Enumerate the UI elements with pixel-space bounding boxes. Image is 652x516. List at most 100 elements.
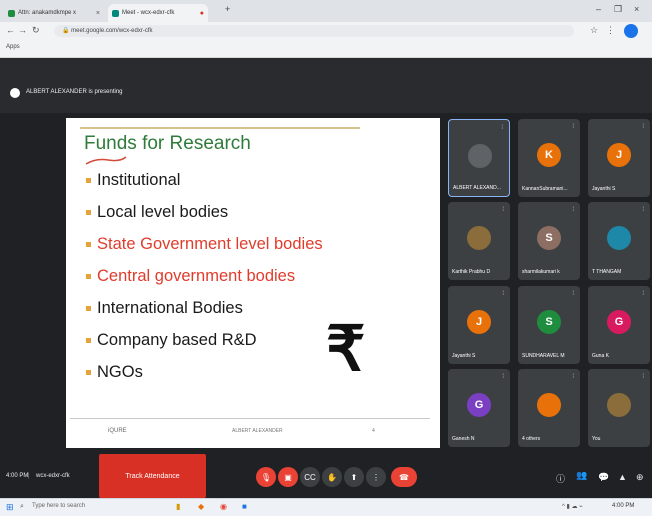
avatar: [468, 144, 492, 168]
participant-tile[interactable]: J ⁞ Jayanthi S: [588, 119, 650, 197]
minimize-icon[interactable]: –: [596, 4, 601, 14]
avatar: G: [607, 310, 631, 334]
mic-status-icon: ⁞: [572, 374, 574, 380]
participant-tile[interactable]: ⁞ T THANGAM: [588, 202, 650, 280]
separator: |: [28, 473, 30, 479]
avatar: G: [467, 393, 491, 417]
new-tab-button[interactable]: +: [225, 4, 230, 14]
windows-taskbar: ⊞ ⌕ Type here to search ▮ ◆ ◉ ■ ^ ▮ ☁ ⌁ …: [0, 498, 652, 516]
url-field[interactable]: 🔒 meet.google.com/wcx-edxr-cfk: [54, 25, 574, 37]
red-underline-mark: [85, 156, 127, 165]
avatar: J: [467, 310, 491, 334]
forward-icon[interactable]: →: [18, 25, 27, 35]
participant-name: You: [592, 436, 601, 442]
participant-tile[interactable]: G ⁞ Guna K: [588, 286, 650, 364]
star-icon[interactable]: ☆: [590, 25, 598, 36]
activities-icon[interactable]: ▲: [618, 472, 627, 482]
tab-label: Meet - wcx-edxr-cfk: [122, 10, 175, 16]
participant-tile[interactable]: S ⁞ SUNDHARAVEL M: [518, 286, 580, 364]
mic-status-icon: ⁞: [502, 207, 504, 213]
people-icon[interactable]: 👥: [576, 470, 587, 481]
reload-icon[interactable]: ↻: [32, 25, 40, 36]
presenter-icon: [10, 88, 20, 98]
avatar: S: [537, 226, 561, 250]
bullet-text: Company based R&D: [97, 331, 257, 349]
lock-icon: 🔒: [62, 28, 70, 34]
avatar: [467, 226, 491, 250]
search-icon[interactable]: ⌕: [20, 503, 24, 511]
participant-tile[interactable]: ⁞ 4 others: [518, 369, 580, 447]
browser-tab-bar: Attn: anakamdkmpe x × Meet - wcx-edxr-cf…: [0, 0, 652, 22]
more-options-icon[interactable]: ⋮: [366, 467, 386, 487]
store-icon[interactable]: ■: [242, 502, 247, 511]
tab-attendance[interactable]: Attn: anakamdkmpe x ×: [4, 4, 104, 22]
taskbar-clock: 4:00 PM: [612, 503, 635, 509]
chat-icon[interactable]: 💬: [598, 472, 609, 483]
participant-tile[interactable]: ⁞ You: [588, 369, 650, 447]
participant-name: sharmilakumari k: [522, 269, 560, 275]
bullet-text: Central government bodies: [97, 267, 296, 285]
slide-footer-rule: [70, 418, 430, 419]
file-explorer-icon[interactable]: ▮: [176, 502, 180, 511]
avatar: [607, 226, 631, 250]
raise-hand-icon[interactable]: ✋: [322, 467, 342, 487]
mic-status-icon: ⁞: [642, 124, 644, 130]
slide-footer-author: ALBERT ALEXANDER: [232, 428, 283, 434]
track-attendance-button[interactable]: Track Attendance: [99, 454, 206, 498]
tray-icons[interactable]: ^ ▮ ☁ ⌁: [562, 503, 583, 510]
extensions-icon[interactable]: ⋮: [606, 25, 615, 36]
tab-label: Attn: anakamdkmpe x: [18, 10, 77, 16]
camera-off-icon[interactable]: ▣: [278, 467, 298, 487]
participant-tile[interactable]: G ⁞ Ganesh N: [448, 369, 510, 447]
back-icon[interactable]: ←: [6, 25, 15, 35]
participant-tile[interactable]: ⁞ ALBERT ALEXAND...: [448, 119, 510, 197]
participant-tile[interactable]: S ⁞ sharmilakumari k: [518, 202, 580, 280]
participant-tile[interactable]: K ⁞ KannanSubramani...: [518, 119, 580, 197]
mic-status-icon: ⁞: [502, 374, 504, 380]
windows-start-icon[interactable]: ⊞: [6, 502, 14, 513]
list-item: NGOs: [86, 363, 143, 382]
presenting-label: ALBERT ALEXANDER is presenting: [26, 89, 123, 95]
mic-status-icon: ⁞: [572, 291, 574, 297]
captions-icon[interactable]: CC: [300, 467, 320, 487]
close-icon[interactable]: ×: [96, 10, 100, 17]
restore-icon[interactable]: ❐: [614, 4, 622, 15]
close-window-icon[interactable]: ×: [634, 4, 639, 14]
mic-status-icon: ⁞: [642, 374, 644, 380]
mic-status-icon: ⁞: [572, 124, 574, 130]
chrome-icon[interactable]: ◉: [220, 502, 227, 511]
participant-name: ALBERT ALEXAND...: [453, 185, 501, 191]
list-item: Institutional: [86, 171, 180, 190]
avatar: [607, 393, 631, 417]
slide-title: Funds for Research: [84, 133, 251, 154]
tab-meet[interactable]: Meet - wcx-edxr-cfk ●: [108, 4, 208, 22]
participant-tile[interactable]: ⁞ Karthik Prabhu D: [448, 202, 510, 280]
meeting-time: 4:00 PM: [6, 473, 29, 479]
title-rule: [80, 127, 360, 129]
info-icon[interactable]: ⓘ: [556, 472, 565, 485]
bullet-text: NGOs: [97, 363, 143, 381]
presenting-bar: ALBERT ALEXANDER is presenting: [0, 58, 652, 113]
participant-name: Guna K: [592, 353, 609, 359]
mic-status-icon: ⁞: [502, 291, 504, 297]
app-icon[interactable]: ◆: [198, 502, 204, 511]
avatar: [537, 393, 561, 417]
lock-host-icon[interactable]: ⊕: [636, 472, 644, 483]
participant-name: SUNDHARAVEL M: [522, 353, 565, 359]
slide-footer-logo: iQURE: [108, 428, 127, 434]
avatar[interactable]: [624, 24, 638, 38]
bookmark-apps[interactable]: Apps: [6, 44, 20, 50]
bookmarks-bar: Apps: [0, 40, 652, 58]
present-icon[interactable]: ⬆: [344, 467, 364, 487]
mic-off-icon[interactable]: 🎙: [256, 467, 276, 487]
avatar: K: [537, 143, 561, 167]
participant-tile[interactable]: J ⁞ Jayanthi S: [448, 286, 510, 364]
list-item: Central government bodies: [86, 267, 295, 286]
leave-call-button[interactable]: ☎: [391, 467, 417, 487]
participant-name: Jayanthi S: [452, 353, 476, 359]
list-item: Company based R&D: [86, 331, 257, 350]
url-text: meet.google.com/wcx-edxr-cfk: [71, 28, 153, 34]
rupee-icon: ₹: [326, 315, 366, 384]
taskbar-search-input[interactable]: Type here to search: [32, 503, 85, 509]
bullet-text: Institutional: [97, 171, 181, 189]
